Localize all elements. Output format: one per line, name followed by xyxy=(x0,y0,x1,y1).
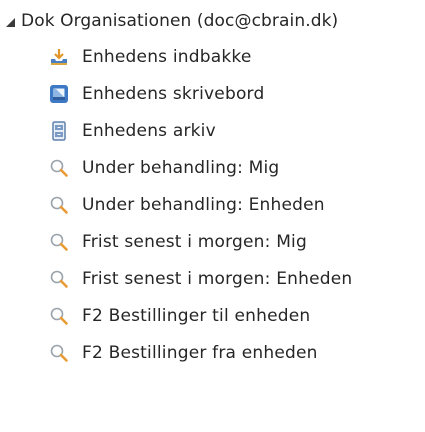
tree-item-search-bestillinger-fra[interactable]: F2 Bestillinger fra enheden xyxy=(48,334,352,371)
tree-item-label: Enhedens arkiv xyxy=(82,120,216,141)
tree-item-label: F2 Bestillinger til enheden xyxy=(82,305,311,326)
inbox-download-icon xyxy=(48,46,70,68)
tree-item-search-bestillinger-til[interactable]: F2 Bestillinger til enheden xyxy=(48,297,352,334)
search-icon xyxy=(48,231,70,253)
search-icon xyxy=(48,305,70,327)
tree-children: Enhedens indbakke Enhedens skrivebord En… xyxy=(48,38,352,371)
tree-item-search-under-behandling-enheden[interactable]: Under behandling: Enheden xyxy=(48,186,352,223)
search-icon xyxy=(48,268,70,290)
tree-item-search-under-behandling-mig[interactable]: Under behandling: Mig xyxy=(48,149,352,186)
tree-item-unit-archive[interactable]: Enhedens arkiv xyxy=(48,112,352,149)
desk-icon xyxy=(48,83,70,105)
tree-item-label: Under behandling: Enheden xyxy=(82,194,325,215)
tree-item-search-frist-mig[interactable]: Frist senest i morgen: Mig xyxy=(48,223,352,260)
tree-item-label: F2 Bestillinger fra enheden xyxy=(82,342,318,363)
tree-item-label: Frist senest i morgen: Mig xyxy=(82,231,307,252)
tree-item-label: Enhedens indbakke xyxy=(82,46,252,67)
search-icon xyxy=(48,194,70,216)
tree-item-search-frist-enheden[interactable]: Frist senest i morgen: Enheden xyxy=(48,260,352,297)
tree-item-label: Frist senest i morgen: Enheden xyxy=(82,268,353,289)
tree-item-unit-desk[interactable]: Enhedens skrivebord xyxy=(48,75,352,112)
tree-item-unit-inbox[interactable]: Enhedens indbakke xyxy=(48,38,352,75)
archive-cabinet-icon xyxy=(48,120,70,142)
tree-item-label: Under behandling: Mig xyxy=(82,157,280,178)
tree-root-label: Dok Organisationen (doc@cbrain.dk) xyxy=(21,11,339,31)
tree-root-node[interactable]: Dok Organisationen (doc@cbrain.dk) xyxy=(6,4,338,38)
search-icon xyxy=(48,157,70,179)
unit-folder-tree: Dok Organisationen (doc@cbrain.dk) Enhed… xyxy=(0,0,425,432)
tree-item-label: Enhedens skrivebord xyxy=(82,83,265,104)
search-icon xyxy=(48,342,70,364)
expand-collapse-icon[interactable] xyxy=(6,18,15,27)
